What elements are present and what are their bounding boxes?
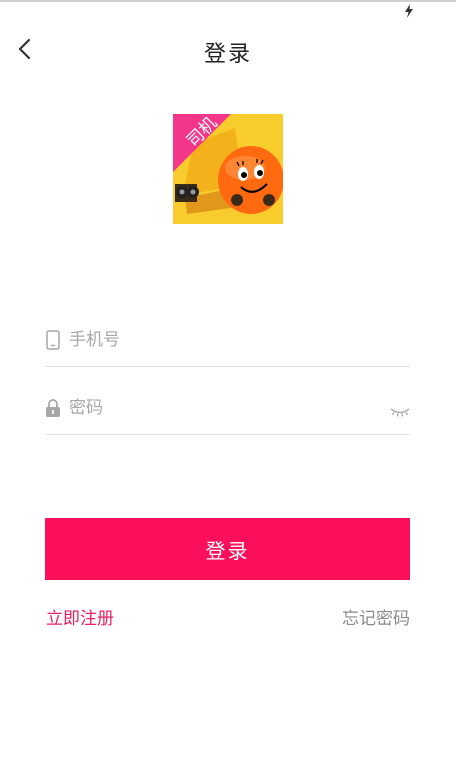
lock-icon [46,399,60,417]
truck-logo-image: 司机 [173,113,284,224]
phone-input[interactable] [69,324,369,356]
login-button[interactable]: 登录 [45,518,410,580]
phone-icon [46,330,60,350]
forgot-password-link[interactable]: 忘记密码 [342,604,410,629]
page-title: 登录 [203,42,252,67]
bolt-icon [405,4,413,18]
password-input[interactable] [69,392,369,424]
password-field [45,384,410,435]
navigation-bar: 登录 [0,22,456,80]
eye-closed-icon[interactable] [390,404,410,418]
app-logo: 司机 [173,113,284,224]
phone-field [45,316,410,367]
register-link[interactable]: 立即注册 [46,604,114,629]
status-bar [0,2,456,22]
